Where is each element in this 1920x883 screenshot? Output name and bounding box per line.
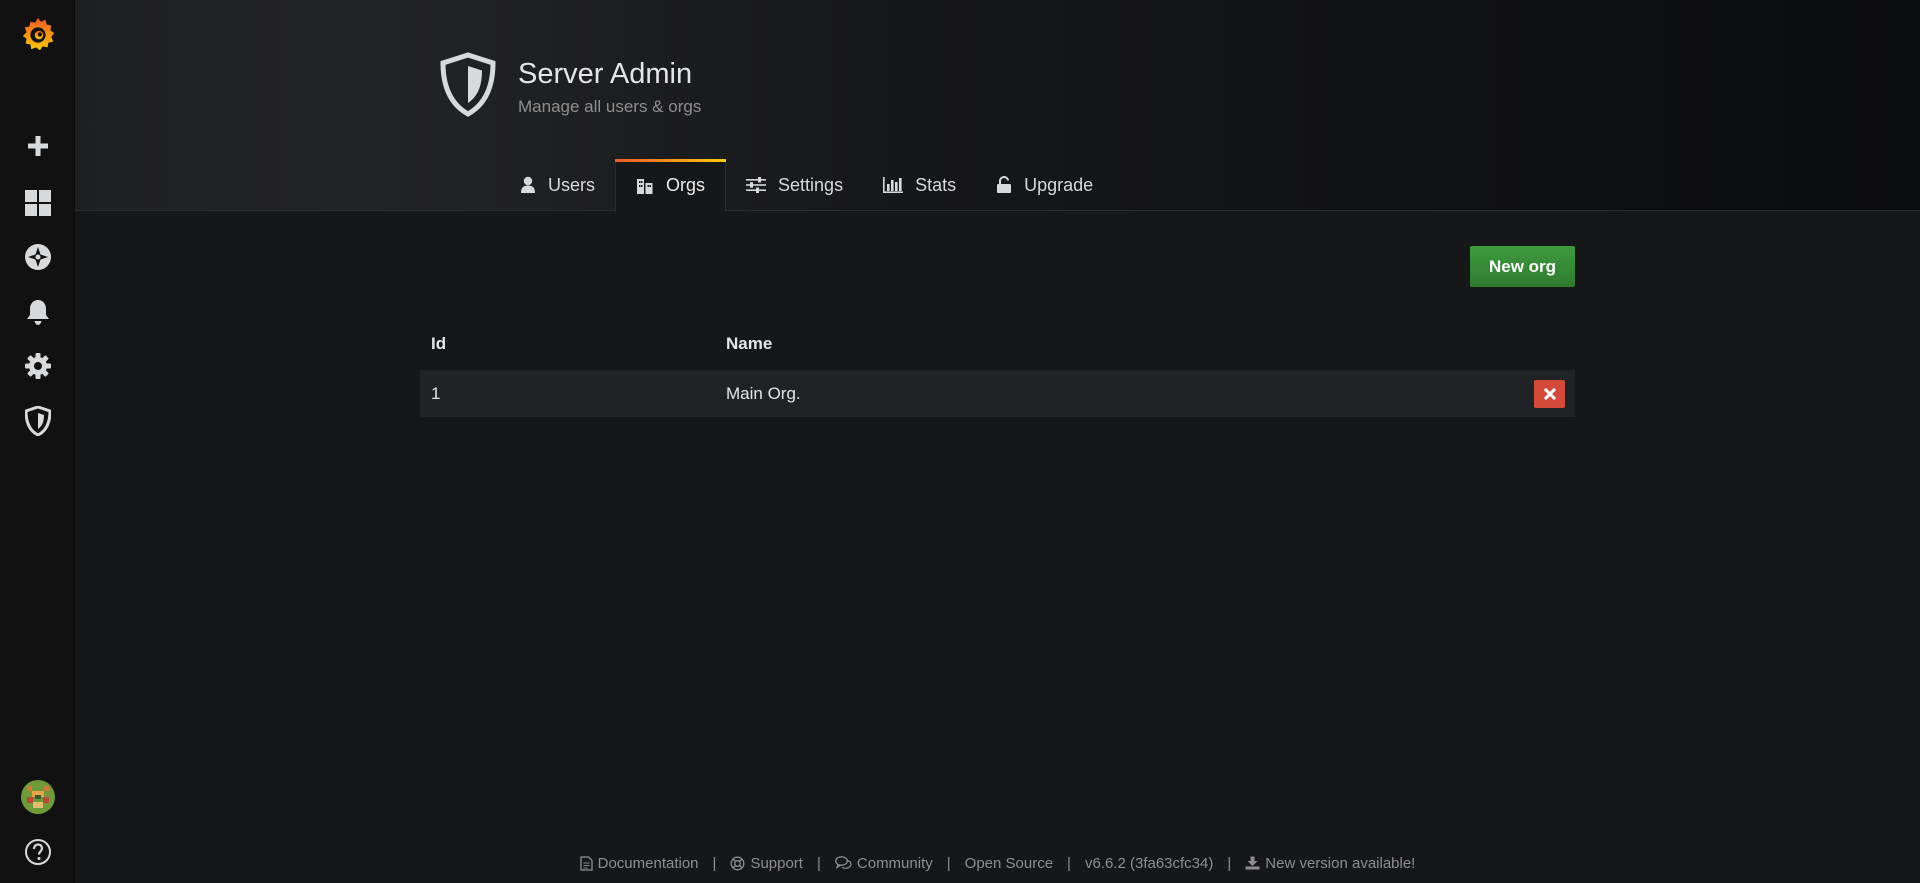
shield-icon (24, 406, 51, 436)
footer-support-link[interactable]: Support (730, 855, 803, 872)
table-header: Id Name (420, 326, 1575, 370)
table-row[interactable]: 1 Main Org. (420, 370, 1575, 417)
question-circle-icon (24, 839, 51, 865)
footer-new-version-label: New version available! (1265, 854, 1416, 872)
bell-icon (26, 300, 49, 325)
tab-users[interactable]: Users (500, 159, 615, 211)
tab-settings-label: Settings (778, 174, 844, 195)
page-header-shield (439, 52, 497, 123)
tab-orgs[interactable]: Orgs (615, 159, 727, 212)
footer-separator: | (1227, 854, 1232, 872)
plus-icon (27, 136, 48, 156)
user-icon (521, 176, 535, 193)
tab-stats-label: Stats (915, 174, 957, 195)
org-name-cell[interactable]: Main Org. (726, 384, 801, 404)
grafana-logo[interactable] (0, 10, 75, 60)
create-button[interactable] (0, 121, 75, 171)
footer-separator: | (1067, 854, 1071, 872)
tab-upgrade[interactable]: Upgrade (976, 159, 1113, 211)
org-id-cell: 1 (431, 384, 441, 403)
explore-button[interactable] (0, 232, 75, 282)
admin-tabs: Users Orgs Settings Stats Upgrade (500, 159, 1113, 212)
footer-version: v6.6.2 (3fa63cfc34) (1085, 855, 1213, 872)
footer-version-label: v6.6.2 (3fa63cfc34) (1084, 854, 1214, 872)
dashboards-button[interactable] (0, 178, 75, 228)
avatar-icon (20, 780, 55, 814)
footer-separator: | (712, 854, 717, 872)
footer-separator: | (946, 854, 951, 872)
sliders-icon (746, 177, 767, 193)
user-avatar[interactable] (0, 772, 75, 822)
compass-icon (24, 244, 51, 270)
tab-settings[interactable]: Settings (726, 159, 863, 211)
grafana-logo-icon (22, 17, 54, 51)
footer-support-label: Support (750, 854, 803, 872)
tab-upgrade-label: Upgrade (1024, 174, 1094, 195)
download-icon (1245, 856, 1260, 870)
footer: Documentation | Support | Community | Op… (75, 852, 1920, 874)
tab-orgs-label: Orgs (666, 175, 706, 195)
footer-community-link[interactable]: Community (834, 854, 933, 872)
footer-new-version-link[interactable]: New version available! (1245, 855, 1415, 872)
footer-documentation-link[interactable]: Documentation (579, 854, 699, 872)
footer-documentation-label: Documentation (597, 854, 699, 872)
page-header: Server Admin Manage all users & orgs Use… (75, 0, 1920, 212)
gear-icon (24, 353, 51, 379)
bar-chart-icon (883, 177, 904, 193)
footer-community-label: Community (856, 854, 933, 872)
server-admin-button[interactable] (0, 396, 75, 446)
close-icon (1543, 388, 1556, 400)
column-header-id: Id (431, 334, 447, 353)
page-title: Server Admin (518, 58, 693, 90)
page-subtitle: Manage all users & orgs (518, 97, 702, 116)
new-org-button[interactable]: New org (1470, 246, 1575, 287)
orgs-table: Id Name 1 Main Org. (420, 326, 1575, 417)
unlock-icon (997, 176, 1012, 193)
lifebuoy-icon (730, 856, 745, 870)
help-button[interactable] (0, 827, 75, 877)
comments-icon (834, 856, 852, 869)
sidebar (0, 0, 75, 883)
footer-open-source-link[interactable]: Open Source (965, 855, 1053, 872)
tab-stats[interactable]: Stats (863, 159, 976, 211)
column-header-name: Name (726, 334, 773, 353)
document-icon (579, 855, 593, 871)
alerting-button[interactable] (0, 287, 75, 337)
footer-separator: | (816, 854, 821, 872)
delete-org-button[interactable] (1534, 380, 1565, 408)
footer-open-source-label: Open Source (964, 854, 1054, 872)
tab-users-label: Users (548, 174, 596, 195)
building-icon (637, 178, 653, 194)
shield-large-icon (440, 52, 496, 117)
dashboards-grid-icon (24, 190, 51, 216)
configuration-button[interactable] (0, 341, 75, 391)
